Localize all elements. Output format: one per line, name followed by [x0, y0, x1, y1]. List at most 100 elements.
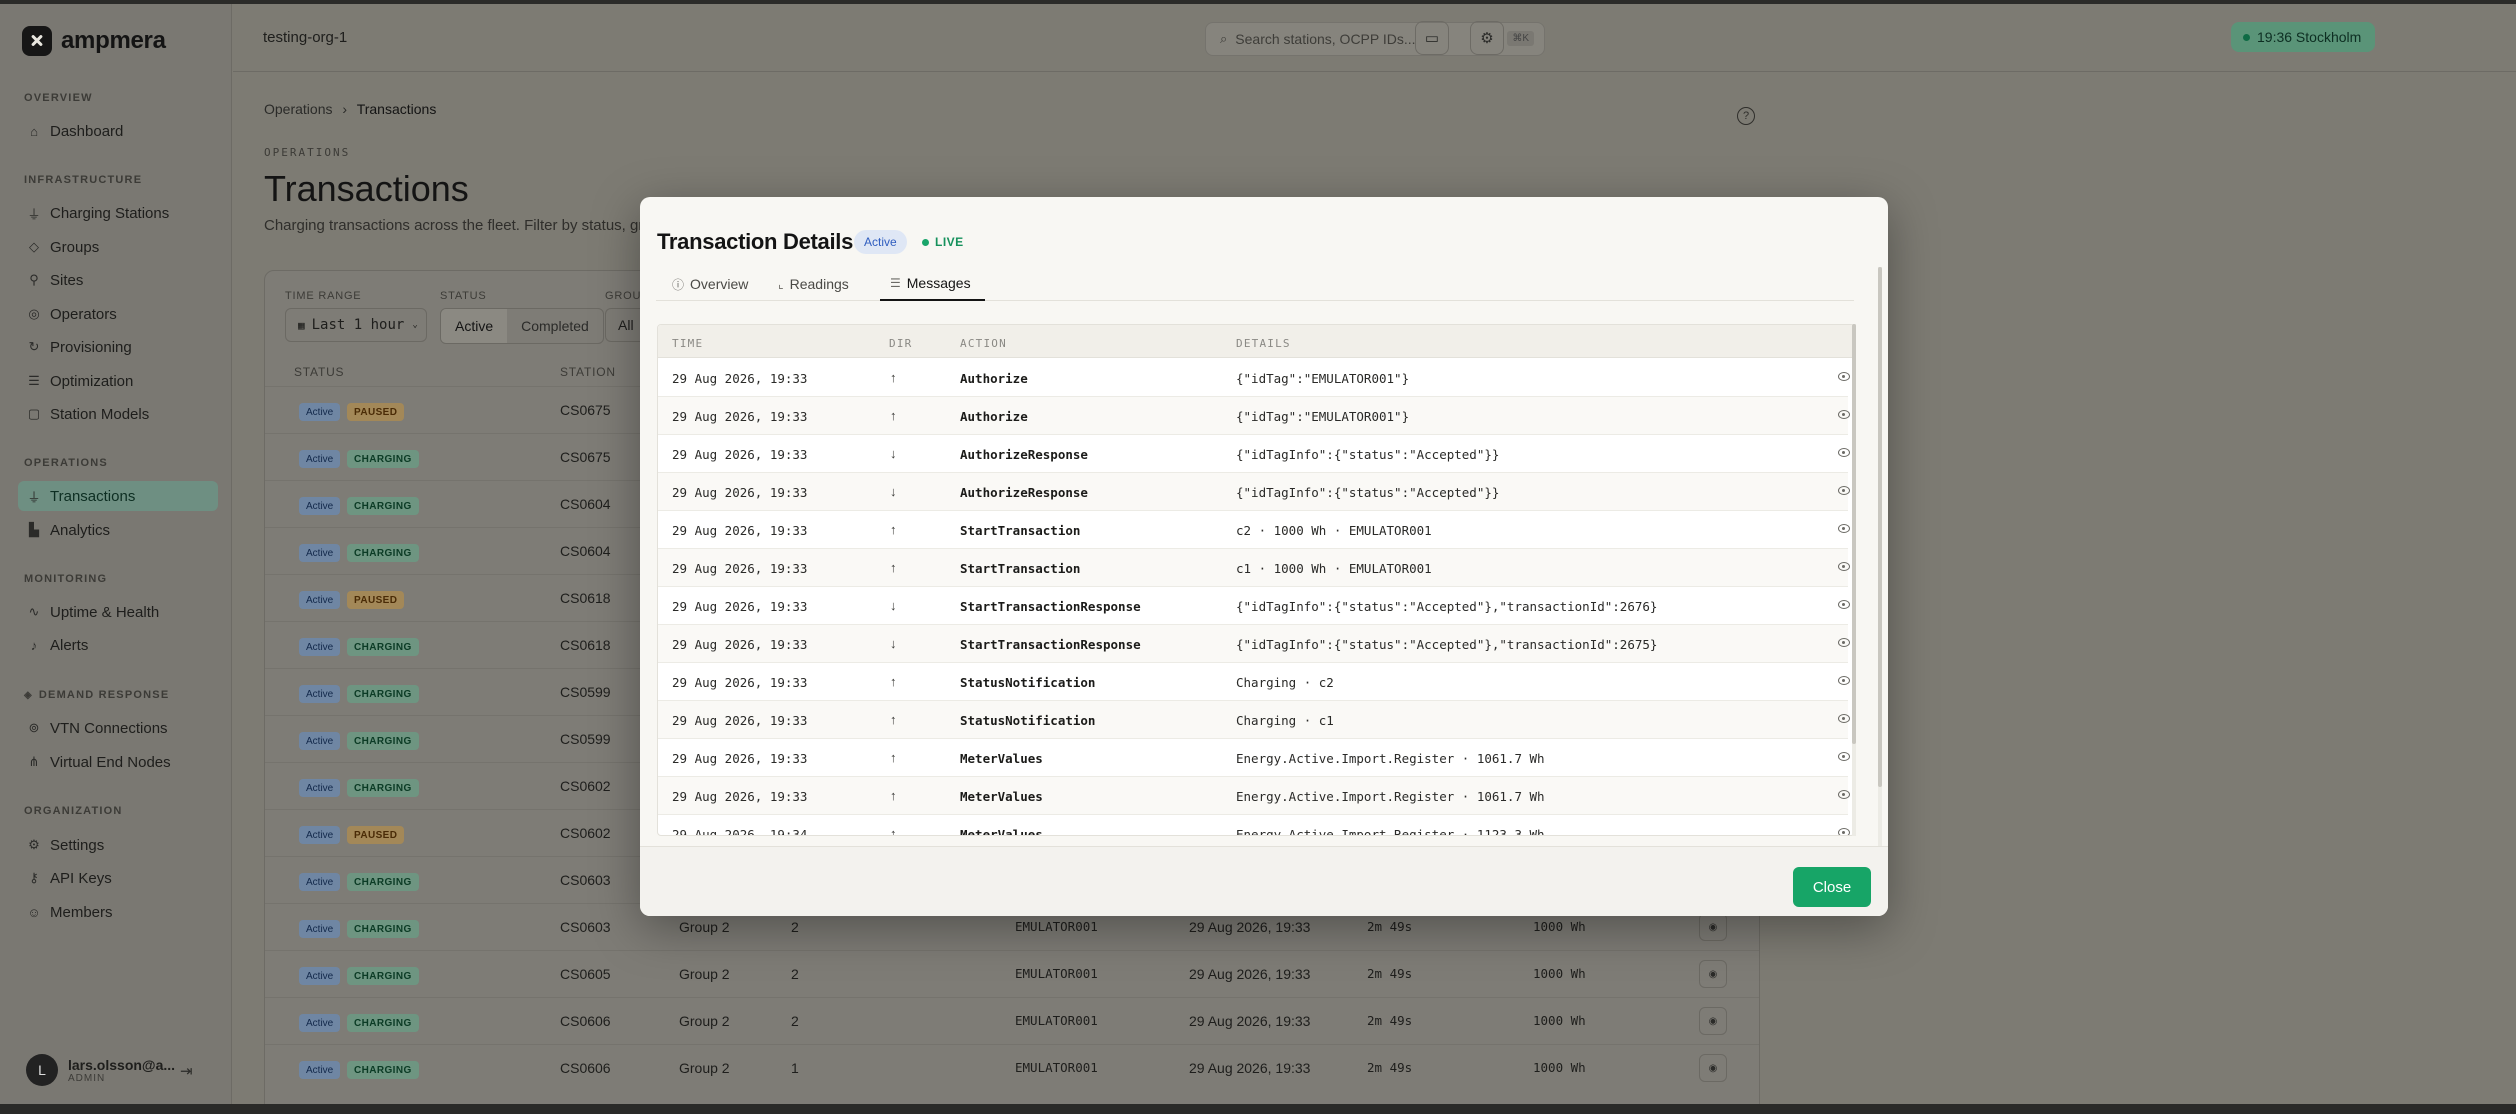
message-action: MeterValues — [960, 827, 1043, 836]
message-row[interactable]: 29 Aug 2026, 19:33 ↑ StartTransaction c1 · … — [658, 549, 1850, 587]
help-icon[interactable]: ? — [1737, 107, 1755, 125]
station-cell[interactable]: CS0602 — [560, 825, 611, 841]
feedback-button[interactable]: ▭ — [1415, 21, 1449, 55]
message-row[interactable]: 29 Aug 2026, 19:33 ↓ StartTransactionRespo… — [658, 625, 1850, 663]
sidebar-item-virtual-end-nodes[interactable]: ⋔ Virtual End Nodes — [18, 747, 218, 777]
station-cell[interactable]: CS0606 — [560, 1060, 611, 1076]
message-row[interactable]: 29 Aug 2026, 19:33 ↓ AuthorizeResponse {"id… — [658, 473, 1850, 511]
breadcrumb-current: Transactions — [356, 101, 437, 117]
station-cell[interactable]: CS0605 — [560, 966, 611, 982]
table-scrollbar[interactable] — [1852, 324, 1856, 836]
message-row[interactable]: 29 Aug 2026, 19:33 ↑ Authorize {"idTag":"EM… — [658, 359, 1850, 397]
station-cell[interactable]: CS0602 — [560, 778, 611, 794]
user-menu[interactable]: L lars.olsson@a... ADMIN — [26, 1054, 175, 1086]
key-icon: ⚷ — [29, 870, 39, 885]
message-row[interactable]: 29 Aug 2026, 19:34 ↑ MeterValues Energy.Act… — [658, 815, 1850, 836]
breadcrumb: Operations › Transactions — [264, 101, 436, 117]
shortcut-hint: ⌘K — [1507, 31, 1534, 46]
sidebar-item-api-keys[interactable]: ⚷ API Keys — [18, 863, 218, 893]
view-button[interactable]: ◉ — [1699, 960, 1727, 988]
eye-icon[interactable] — [1838, 372, 1850, 381]
station-cell[interactable]: CS0599 — [560, 684, 611, 700]
eye-icon[interactable] — [1838, 448, 1850, 457]
message-row[interactable]: 29 Aug 2026, 19:33 ↑ StatusNotification Cha… — [658, 701, 1850, 739]
layers-icon: ◇ — [29, 239, 39, 254]
eye-icon[interactable] — [1838, 714, 1850, 723]
view-button[interactable]: ◉ — [1699, 1054, 1727, 1082]
sidebar-item-transactions[interactable]: ⏚ Transactions — [18, 481, 218, 511]
status-completed-option[interactable]: Completed — [507, 309, 603, 343]
message-row[interactable]: 29 Aug 2026, 19:33 ↑ MeterValues Energy.Act… — [658, 777, 1850, 815]
org-name[interactable]: testing-org-1 — [263, 29, 347, 46]
tab-overview[interactable]: ⓘ Overview — [670, 267, 750, 301]
view-button[interactable]: ◉ — [1699, 913, 1727, 941]
eye-icon[interactable] — [1838, 828, 1850, 835]
message-row[interactable]: 29 Aug 2026, 19:33 ↑ MeterValues Energy.Act… — [658, 739, 1850, 777]
status-badge: Active — [299, 920, 341, 938]
table-row[interactable]: Active CHARGING CS0606 Group 2 1 EMULATOR001 2… — [265, 1044, 1759, 1091]
tab-messages[interactable]: ☰ Messages — [880, 267, 985, 301]
message-row[interactable]: 29 Aug 2026, 19:33 ↑ StatusNotification Cha… — [658, 663, 1850, 701]
eye-icon[interactable] — [1838, 752, 1850, 761]
settings-button[interactable]: ⚙ — [1470, 21, 1504, 55]
table-row[interactable]: Active CHARGING CS0606 Group 2 2 EMULATOR001 2… — [265, 997, 1759, 1044]
app-logo[interactable]: ampmera — [22, 26, 166, 56]
sidebar-item-provisioning[interactable]: ↻ Provisioning — [18, 332, 218, 362]
message-row[interactable]: 29 Aug 2026, 19:33 ↑ StartTransaction c2 · … — [658, 511, 1850, 549]
close-button[interactable]: Close — [1793, 867, 1871, 907]
message-row[interactable]: 29 Aug 2026, 19:33 ↑ Authorize {"idTag":"EM… — [658, 397, 1850, 435]
message-row[interactable]: 29 Aug 2026, 19:33 ↓ StartTransactionRespo… — [658, 587, 1850, 625]
eye-icon[interactable] — [1838, 638, 1850, 647]
group-select[interactable]: All — [605, 308, 641, 342]
station-cell[interactable]: CS0675 — [560, 449, 611, 465]
status-active-option[interactable]: Active — [441, 309, 508, 343]
state-badge: CHARGING — [347, 638, 419, 656]
station-cell[interactable]: CS0675 — [560, 402, 611, 418]
logout-icon[interactable]: ⇥ — [180, 1062, 196, 1080]
column-station: STATION — [560, 365, 616, 379]
station-cell[interactable]: CS0603 — [560, 919, 611, 935]
eye-icon[interactable] — [1838, 562, 1850, 571]
sidebar-item-sites[interactable]: ⚲ Sites — [18, 265, 218, 295]
direction-icon: ↓ — [890, 484, 897, 499]
eye-icon[interactable] — [1838, 486, 1850, 495]
modal-scrollbar[interactable] — [1878, 267, 1882, 847]
eye-icon[interactable] — [1838, 676, 1850, 685]
eye-icon[interactable] — [1838, 790, 1850, 799]
sidebar-item-operators[interactable]: ◎ Operators — [18, 299, 218, 329]
breadcrumb-parent[interactable]: Operations — [264, 101, 332, 117]
energy-cell: 1000 Wh — [1533, 966, 1586, 981]
station-cell[interactable]: CS0604 — [560, 543, 611, 559]
message-action: MeterValues — [960, 789, 1043, 804]
station-cell[interactable]: CS0606 — [560, 1013, 611, 1029]
eye-icon[interactable] — [1838, 410, 1850, 419]
state-badge: CHARGING — [347, 732, 419, 750]
station-cell[interactable]: CS0618 — [560, 590, 611, 606]
message-row[interactable]: 29 Aug 2026, 19:33 ↓ AuthorizeResponse {"id… — [658, 435, 1850, 473]
table-scroll-thumb[interactable] — [1852, 324, 1856, 744]
sidebar-item-settings[interactable]: ⚙ Settings — [18, 830, 218, 860]
eye-icon[interactable] — [1838, 600, 1850, 609]
station-cell[interactable]: CS0603 — [560, 872, 611, 888]
sidebar-item-members[interactable]: ☺ Members — [18, 897, 218, 927]
sidebar-item-dashboard[interactable]: ⌂ Dashboard — [18, 116, 218, 146]
station-cell[interactable]: CS0618 — [560, 637, 611, 653]
station-cell[interactable]: CS0599 — [560, 731, 611, 747]
message-time: 29 Aug 2026, 19:33 — [672, 751, 808, 766]
table-row[interactable]: Active CHARGING CS0605 Group 2 2 EMULATOR001 2… — [265, 950, 1759, 997]
time-range-select[interactable]: ▦ Last 1 hour ⌄ — [285, 308, 427, 342]
sidebar-item-groups[interactable]: ◇ Groups — [18, 232, 218, 262]
eye-icon[interactable] — [1838, 524, 1850, 533]
sidebar-item-vtn-connections[interactable]: ⊚ VTN Connections — [18, 713, 218, 743]
sidebar-item-charging-stations[interactable]: ⏚ Charging Stations — [18, 198, 218, 228]
sidebar-item-alerts[interactable]: ♪ Alerts — [18, 630, 218, 660]
sidebar-item-station-models[interactable]: ▢ Station Models — [18, 399, 218, 429]
sidebar-item-analytics[interactable]: ▙ Analytics — [18, 515, 218, 545]
tab-readings[interactable]: ⌞ Readings — [776, 267, 851, 301]
view-button[interactable]: ◉ — [1699, 1007, 1727, 1035]
breadcrumb-separator: › — [342, 101, 348, 117]
sidebar-item-uptime-health[interactable]: ∿ Uptime & Health — [18, 597, 218, 627]
modal-scroll-thumb[interactable] — [1878, 267, 1882, 787]
sidebar-item-optimization[interactable]: ☰ Optimization — [18, 366, 218, 396]
station-cell[interactable]: CS0604 — [560, 496, 611, 512]
